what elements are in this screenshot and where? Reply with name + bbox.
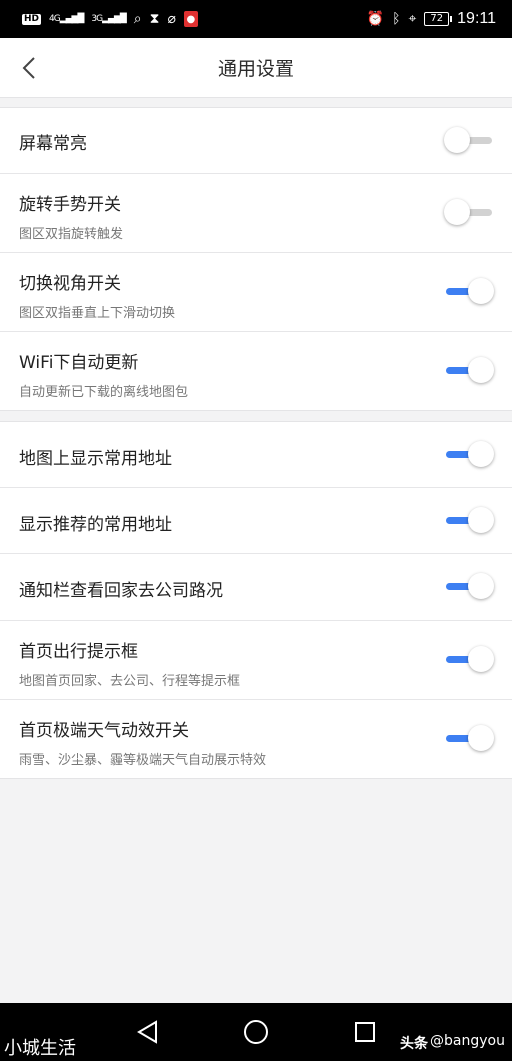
status-bar: HD 4G▂▄▆█ 3G▂▄▆█ ⌕ ⧗ ⌀ ● ⏰ ᛒ ⌖ 72 19:11 [0, 0, 512, 38]
settings-group-general: 屏幕常亮 旋转手势开关 图区双指旋转触发 切换视角开关 图区双指垂直上下滑动切换… [0, 107, 512, 411]
app-bar: 通用设置 [0, 38, 512, 98]
signal-label-4g: 4G [49, 14, 61, 24]
triangle-back-icon [137, 1020, 157, 1044]
setting-show-recommended: 显示推荐的常用地址 [0, 488, 512, 554]
notify-traffic-toggle[interactable] [444, 572, 494, 602]
3g-signal-icon: 3G▂▄▆█ [91, 14, 126, 24]
circle-home-icon [244, 1020, 268, 1044]
nav-recents-button[interactable] [350, 1017, 380, 1047]
setting-notify-traffic: 通知栏查看回家去公司路况 [0, 554, 512, 621]
setting-extreme-weather: 首页极端天气动效开关 雨雪、沙尘暴、霾等极端天气自动展示特效 [0, 700, 512, 778]
signal-label-3g: 3G [91, 14, 103, 24]
4g-signal-icon: 4G▂▄▆█ [49, 14, 84, 24]
nav-back-button[interactable] [132, 1017, 162, 1047]
setting-subtitle: 图区双指旋转触发 [19, 227, 124, 242]
setting-title: 旋转手势开关 [19, 195, 121, 215]
page-title: 通用设置 [217, 58, 294, 80]
home-trip-hint-toggle[interactable] [444, 645, 494, 675]
setting-title: 地图上显示常用地址 [19, 449, 172, 469]
wifi-update-toggle[interactable] [444, 356, 494, 386]
square-recents-icon [355, 1022, 375, 1042]
setting-subtitle: 地图首页回家、去公司、行程等提示框 [19, 674, 241, 689]
battery-icon: 72 [424, 12, 452, 26]
setting-title: WiFi下自动更新 [19, 353, 139, 373]
location-icon: ⌖ [408, 11, 417, 27]
setting-screen-on: 屏幕常亮 [0, 108, 512, 174]
setting-subtitle: 雨雪、沙尘暴、霾等极端天气自动展示特效 [19, 753, 267, 768]
setting-title: 切换视角开关 [19, 274, 121, 294]
setting-subtitle: 自动更新已下载的离线地图包 [19, 385, 189, 400]
setting-title: 屏幕常亮 [19, 134, 87, 154]
setting-rotate-gesture: 旋转手势开关 图区双指旋转触发 [0, 174, 512, 253]
screen-on-toggle[interactable] [444, 126, 494, 156]
hd-icon: HD [22, 13, 42, 25]
back-button[interactable] [14, 52, 44, 84]
extreme-weather-toggle[interactable] [444, 724, 494, 754]
watermark-brand: 头条 [400, 1036, 428, 1052]
alarm-icon: ⏰ [366, 11, 385, 27]
setting-subtitle: 图区双指垂直上下滑动切换 [19, 306, 176, 321]
no-location-icon: ⌀ [167, 11, 176, 27]
settings-group-address: 地图上显示常用地址 显示推荐的常用地址 通知栏查看回家去公司路况 首页出行提示框… [0, 421, 512, 779]
nav-home-button[interactable] [241, 1017, 271, 1047]
watermark-right: 头条 @bangyou [400, 1033, 505, 1053]
setting-show-common-addr: 地图上显示常用地址 [0, 422, 512, 488]
hourglass-icon: ⧗ [149, 11, 160, 27]
watermark-left: 小城生活 [4, 1038, 76, 1059]
watermark-handle: @bangyou [430, 1033, 505, 1049]
bluetooth-icon: ᛒ [392, 11, 401, 27]
setting-wifi-update: WiFi下自动更新 自动更新已下载的离线地图包 [0, 332, 512, 410]
setting-title: 首页出行提示框 [19, 642, 138, 662]
rotate-gesture-toggle[interactable] [444, 198, 494, 228]
setting-title: 显示推荐的常用地址 [19, 515, 172, 535]
setting-title: 通知栏查看回家去公司路况 [19, 581, 223, 601]
show-recommended-toggle[interactable] [444, 506, 494, 536]
show-common-addr-toggle[interactable] [444, 440, 494, 470]
search-icon: ⌕ [133, 11, 142, 27]
clock-time: 19:11 [457, 10, 496, 27]
setting-home-trip-hint: 首页出行提示框 地图首页回家、去公司、行程等提示框 [0, 621, 512, 700]
switch-view-toggle[interactable] [444, 277, 494, 307]
setting-switch-view: 切换视角开关 图区双指垂直上下滑动切换 [0, 253, 512, 332]
chevron-left-icon [22, 57, 35, 79]
mic-recording-icon: ● [183, 11, 198, 27]
setting-title: 首页极端天气动效开关 [19, 721, 189, 741]
